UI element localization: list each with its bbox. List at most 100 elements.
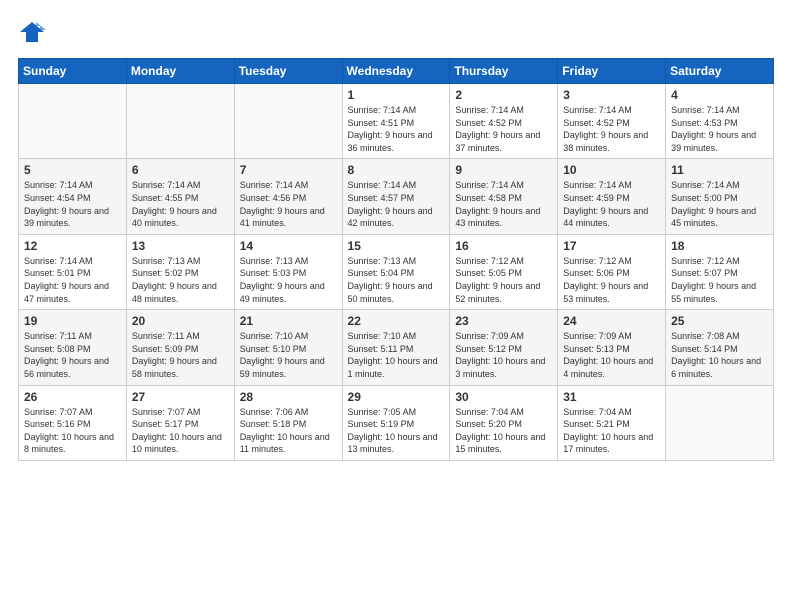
day-number: 29 <box>348 390 445 404</box>
day-info: Sunrise: 7:07 AM Sunset: 5:17 PM Dayligh… <box>132 407 222 455</box>
day-number: 20 <box>132 314 229 328</box>
day-number: 10 <box>563 163 660 177</box>
calendar-cell: 20 Sunrise: 7:11 AM Sunset: 5:09 PM Dayli… <box>126 310 234 385</box>
day-info: Sunrise: 7:13 AM Sunset: 5:04 PM Dayligh… <box>348 256 433 304</box>
day-info: Sunrise: 7:14 AM Sunset: 4:57 PM Dayligh… <box>348 180 433 228</box>
day-number: 17 <box>563 239 660 253</box>
calendar-cell: 12 Sunrise: 7:14 AM Sunset: 5:01 PM Dayli… <box>19 234 127 309</box>
day-info: Sunrise: 7:10 AM Sunset: 5:11 PM Dayligh… <box>348 331 438 379</box>
day-info: Sunrise: 7:14 AM Sunset: 4:52 PM Dayligh… <box>563 105 648 153</box>
calendar-cell: 2Sunrise: 7:14 AM Sunset: 4:52 PM Daylig… <box>450 84 558 159</box>
day-number: 24 <box>563 314 660 328</box>
calendar-cell: 27 Sunrise: 7:07 AM Sunset: 5:17 PM Dayli… <box>126 385 234 460</box>
day-info: Sunrise: 7:13 AM Sunset: 5:03 PM Dayligh… <box>240 256 325 304</box>
calendar-cell: 11Sunrise: 7:14 AM Sunset: 5:00 PM Dayli… <box>666 159 774 234</box>
calendar-cell: 3 Sunrise: 7:14 AM Sunset: 4:52 PM Daylig… <box>558 84 666 159</box>
weekday-header-friday: Friday <box>558 59 666 84</box>
day-info: Sunrise: 7:09 AM Sunset: 5:12 PM Dayligh… <box>455 331 545 379</box>
day-info: Sunrise: 7:14 AM Sunset: 4:59 PM Dayligh… <box>563 180 648 228</box>
day-number: 23 <box>455 314 552 328</box>
day-info: Sunrise: 7:14 AM Sunset: 4:54 PM Dayligh… <box>24 180 109 228</box>
calendar-cell: 17Sunrise: 7:12 AM Sunset: 5:06 PM Dayli… <box>558 234 666 309</box>
day-number: 15 <box>348 239 445 253</box>
day-info: Sunrise: 7:14 AM Sunset: 4:55 PM Dayligh… <box>132 180 217 228</box>
day-number: 16 <box>455 239 552 253</box>
calendar-cell <box>234 84 342 159</box>
calendar-cell <box>666 385 774 460</box>
calendar-cell: 19Sunrise: 7:11 AM Sunset: 5:08 PM Dayli… <box>19 310 127 385</box>
calendar-cell: 9 Sunrise: 7:14 AM Sunset: 4:58 PM Daylig… <box>450 159 558 234</box>
week-row-4: 26 Sunrise: 7:07 AM Sunset: 5:16 PM Dayli… <box>19 385 774 460</box>
calendar-table: SundayMondayTuesdayWednesdayThursdayFrid… <box>18 58 774 461</box>
day-info: Sunrise: 7:07 AM Sunset: 5:16 PM Dayligh… <box>24 407 114 455</box>
day-info: Sunrise: 7:11 AM Sunset: 5:09 PM Dayligh… <box>132 331 217 379</box>
day-info: Sunrise: 7:14 AM Sunset: 5:01 PM Dayligh… <box>24 256 109 304</box>
day-number: 30 <box>455 390 552 404</box>
day-info: Sunrise: 7:08 AM Sunset: 5:14 PM Dayligh… <box>671 331 761 379</box>
day-number: 12 <box>24 239 121 253</box>
day-number: 26 <box>24 390 121 404</box>
day-number: 6 <box>132 163 229 177</box>
calendar-cell: 6 Sunrise: 7:14 AM Sunset: 4:55 PM Daylig… <box>126 159 234 234</box>
day-number: 1 <box>348 88 445 102</box>
calendar-cell: 23 Sunrise: 7:09 AM Sunset: 5:12 PM Dayli… <box>450 310 558 385</box>
day-info: Sunrise: 7:04 AM Sunset: 5:20 PM Dayligh… <box>455 407 545 455</box>
header <box>18 18 774 46</box>
weekday-header-thursday: Thursday <box>450 59 558 84</box>
calendar-cell: 26 Sunrise: 7:07 AM Sunset: 5:16 PM Dayli… <box>19 385 127 460</box>
calendar-cell: 22 Sunrise: 7:10 AM Sunset: 5:11 PM Dayli… <box>342 310 450 385</box>
day-number: 19 <box>24 314 121 328</box>
weekday-header-sunday: Sunday <box>19 59 127 84</box>
calendar-cell <box>19 84 127 159</box>
calendar-cell: 28Sunrise: 7:06 AM Sunset: 5:18 PM Dayli… <box>234 385 342 460</box>
calendar-cell <box>126 84 234 159</box>
day-number: 7 <box>240 163 337 177</box>
day-number: 3 <box>563 88 660 102</box>
day-number: 18 <box>671 239 768 253</box>
logo <box>18 18 50 46</box>
day-number: 14 <box>240 239 337 253</box>
week-row-0: 1 Sunrise: 7:14 AM Sunset: 4:51 PM Daylig… <box>19 84 774 159</box>
day-info: Sunrise: 7:09 AM Sunset: 5:13 PM Dayligh… <box>563 331 653 379</box>
day-number: 27 <box>132 390 229 404</box>
day-number: 13 <box>132 239 229 253</box>
calendar-cell: 14 Sunrise: 7:13 AM Sunset: 5:03 PM Dayli… <box>234 234 342 309</box>
day-info: Sunrise: 7:10 AM Sunset: 5:10 PM Dayligh… <box>240 331 325 379</box>
day-info: Sunrise: 7:14 AM Sunset: 4:53 PM Dayligh… <box>671 105 756 153</box>
day-number: 21 <box>240 314 337 328</box>
day-number: 25 <box>671 314 768 328</box>
day-info: Sunrise: 7:13 AM Sunset: 5:02 PM Dayligh… <box>132 256 217 304</box>
calendar-cell: 18Sunrise: 7:12 AM Sunset: 5:07 PM Dayli… <box>666 234 774 309</box>
weekday-header-row: SundayMondayTuesdayWednesdayThursdayFrid… <box>19 59 774 84</box>
day-info: Sunrise: 7:14 AM Sunset: 4:51 PM Dayligh… <box>348 105 433 153</box>
day-info: Sunrise: 7:12 AM Sunset: 5:05 PM Dayligh… <box>455 256 540 304</box>
calendar-cell: 1 Sunrise: 7:14 AM Sunset: 4:51 PM Daylig… <box>342 84 450 159</box>
calendar-cell: 4 Sunrise: 7:14 AM Sunset: 4:53 PM Daylig… <box>666 84 774 159</box>
calendar-cell: 7 Sunrise: 7:14 AM Sunset: 4:56 PM Daylig… <box>234 159 342 234</box>
day-info: Sunrise: 7:14 AM Sunset: 4:56 PM Dayligh… <box>240 180 325 228</box>
day-info: Sunrise: 7:14 AM Sunset: 5:00 PM Dayligh… <box>671 180 756 228</box>
calendar-cell: 24 Sunrise: 7:09 AM Sunset: 5:13 PM Dayli… <box>558 310 666 385</box>
day-info: Sunrise: 7:14 AM Sunset: 4:52 PM Dayligh… <box>455 105 540 153</box>
calendar-cell: 29 Sunrise: 7:05 AM Sunset: 5:19 PM Dayli… <box>342 385 450 460</box>
weekday-header-wednesday: Wednesday <box>342 59 450 84</box>
calendar-cell: 13 Sunrise: 7:13 AM Sunset: 5:02 PM Dayli… <box>126 234 234 309</box>
calendar-cell: 30 Sunrise: 7:04 AM Sunset: 5:20 PM Dayli… <box>450 385 558 460</box>
day-number: 9 <box>455 163 552 177</box>
calendar-cell: 8 Sunrise: 7:14 AM Sunset: 4:57 PM Daylig… <box>342 159 450 234</box>
calendar-cell: 10 Sunrise: 7:14 AM Sunset: 4:59 PM Dayli… <box>558 159 666 234</box>
calendar-cell: 5Sunrise: 7:14 AM Sunset: 4:54 PM Daylig… <box>19 159 127 234</box>
day-info: Sunrise: 7:05 AM Sunset: 5:19 PM Dayligh… <box>348 407 438 455</box>
day-number: 8 <box>348 163 445 177</box>
day-info: Sunrise: 7:14 AM Sunset: 4:58 PM Dayligh… <box>455 180 540 228</box>
calendar-cell: 21 Sunrise: 7:10 AM Sunset: 5:10 PM Dayli… <box>234 310 342 385</box>
day-number: 4 <box>671 88 768 102</box>
weekday-header-tuesday: Tuesday <box>234 59 342 84</box>
week-row-1: 5Sunrise: 7:14 AM Sunset: 4:54 PM Daylig… <box>19 159 774 234</box>
day-info: Sunrise: 7:06 AM Sunset: 5:18 PM Dayligh… <box>240 407 330 455</box>
day-number: 22 <box>348 314 445 328</box>
logo-icon <box>18 18 46 46</box>
calendar-cell: 25 Sunrise: 7:08 AM Sunset: 5:14 PM Dayli… <box>666 310 774 385</box>
calendar-cell: 16 Sunrise: 7:12 AM Sunset: 5:05 PM Dayli… <box>450 234 558 309</box>
weekday-header-saturday: Saturday <box>666 59 774 84</box>
